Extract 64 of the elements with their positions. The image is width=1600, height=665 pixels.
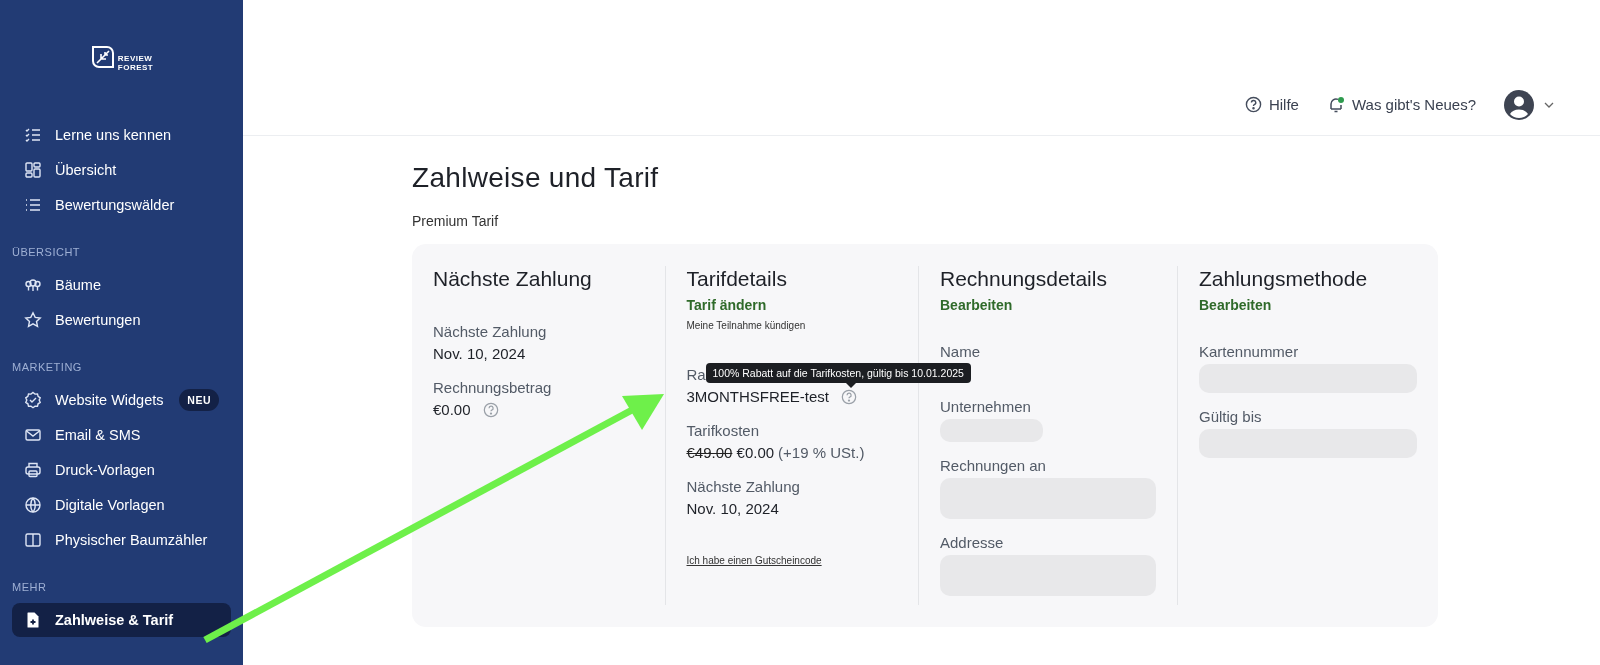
- column-title: Nächste Zahlung: [433, 266, 593, 292]
- column-title: Tarifdetails: [686, 266, 788, 292]
- section-heading: MARKETING: [12, 361, 83, 373]
- dashboard-icon: [24, 161, 42, 179]
- list-icon: [24, 196, 42, 214]
- edit-link[interactable]: Bearbeiten: [1199, 296, 1417, 314]
- page-title: Zahlweise und Tarif: [412, 162, 660, 194]
- field-label: Tarifkosten: [686, 422, 760, 439]
- nav-item[interactable]: Physischer Baumzähler: [12, 523, 231, 557]
- checklist-icon: [24, 126, 42, 144]
- voucher-link[interactable]: Ich habe einen Gutscheincode: [686, 555, 822, 566]
- field-label: Nächste Zahlung: [433, 323, 547, 340]
- nav-item[interactable]: Bäume: [12, 268, 231, 302]
- plan-name: Premium Tarif: [412, 213, 500, 229]
- star-icon: [24, 311, 42, 329]
- help-link[interactable]: Hilfe: [1244, 96, 1299, 113]
- nav-item[interactable]: Bewertungen: [12, 303, 231, 337]
- mail-icon: [24, 426, 42, 444]
- tooltip: 100% Rabatt auf die Tarifkosten, gültig bis 10.01.2025: [705, 363, 971, 388]
- nav-item[interactable]: Digitale Vorlagen: [12, 488, 231, 522]
- field-value: 3MONTHSFREE-test: [686, 387, 829, 407]
- chevron-down-icon: [1544, 101, 1554, 108]
- nav-item[interactable]: Druck-Vorlagen: [12, 453, 231, 487]
- field-label: Gültig bis: [1199, 408, 1262, 425]
- nav-item[interactable]: Lerne uns kennen: [12, 118, 231, 152]
- cancel-link[interactable]: Meine Teilnahme kündigen: [686, 320, 897, 331]
- column-title: Rechnungsdetails: [940, 266, 1108, 292]
- field-label: Name: [940, 343, 980, 360]
- field-label: Kartennummer: [1199, 343, 1299, 360]
- help-icon[interactable]: [841, 389, 857, 405]
- field-label: Unternehmen: [940, 398, 1031, 415]
- edit-link[interactable]: Bearbeiten: [940, 296, 1156, 314]
- nav-item[interactable]: Email & SMS: [12, 418, 231, 452]
- field-label: Addresse: [940, 534, 1004, 551]
- field-value: Nov. 10, 2024: [686, 499, 779, 519]
- nav-item[interactable]: Übersicht: [12, 153, 231, 187]
- new-badge: NEU: [179, 389, 219, 411]
- account-menu[interactable]: [1504, 89, 1554, 120]
- printer-icon: [24, 461, 42, 479]
- news-link[interactable]: Was gibt's Neues?: [1326, 95, 1476, 114]
- field-value: €0.00: [433, 400, 471, 420]
- help-icon: [1244, 96, 1262, 113]
- badge-icon: [24, 391, 42, 409]
- section-heading: MEHR: [12, 581, 48, 593]
- trees-icon: [24, 276, 42, 294]
- logo-text: REVIEW FOREST: [117, 54, 154, 72]
- section-heading: ÜBERSICHT: [12, 246, 82, 258]
- help-icon[interactable]: [482, 402, 499, 418]
- avatar-icon: [1504, 89, 1534, 120]
- column-title: Zahlungsmethode: [1199, 266, 1369, 292]
- field-label: Rechnungen an: [940, 457, 1046, 474]
- nav-item[interactable]: Website Widgets NEU: [12, 383, 231, 417]
- field-label: Nächste Zahlung: [686, 478, 800, 495]
- field-value: Nov. 10, 2024: [433, 344, 526, 364]
- price-value: €49.00 €0.00: [686, 443, 775, 463]
- field-label: Ra: [686, 366, 706, 383]
- nav-item[interactable]: Bewertungswälder: [12, 188, 231, 222]
- columns-icon: [24, 531, 42, 549]
- tax-note: (+19 % USt.): [778, 443, 865, 463]
- field-label: Rechnungsbetrag: [433, 379, 552, 396]
- globe-icon: [24, 496, 42, 514]
- nav-item[interactable]: Zahlweise & Tarif: [12, 603, 231, 637]
- edit-link[interactable]: Tarif ändern: [686, 296, 897, 314]
- leaf-logo-icon: [89, 44, 116, 70]
